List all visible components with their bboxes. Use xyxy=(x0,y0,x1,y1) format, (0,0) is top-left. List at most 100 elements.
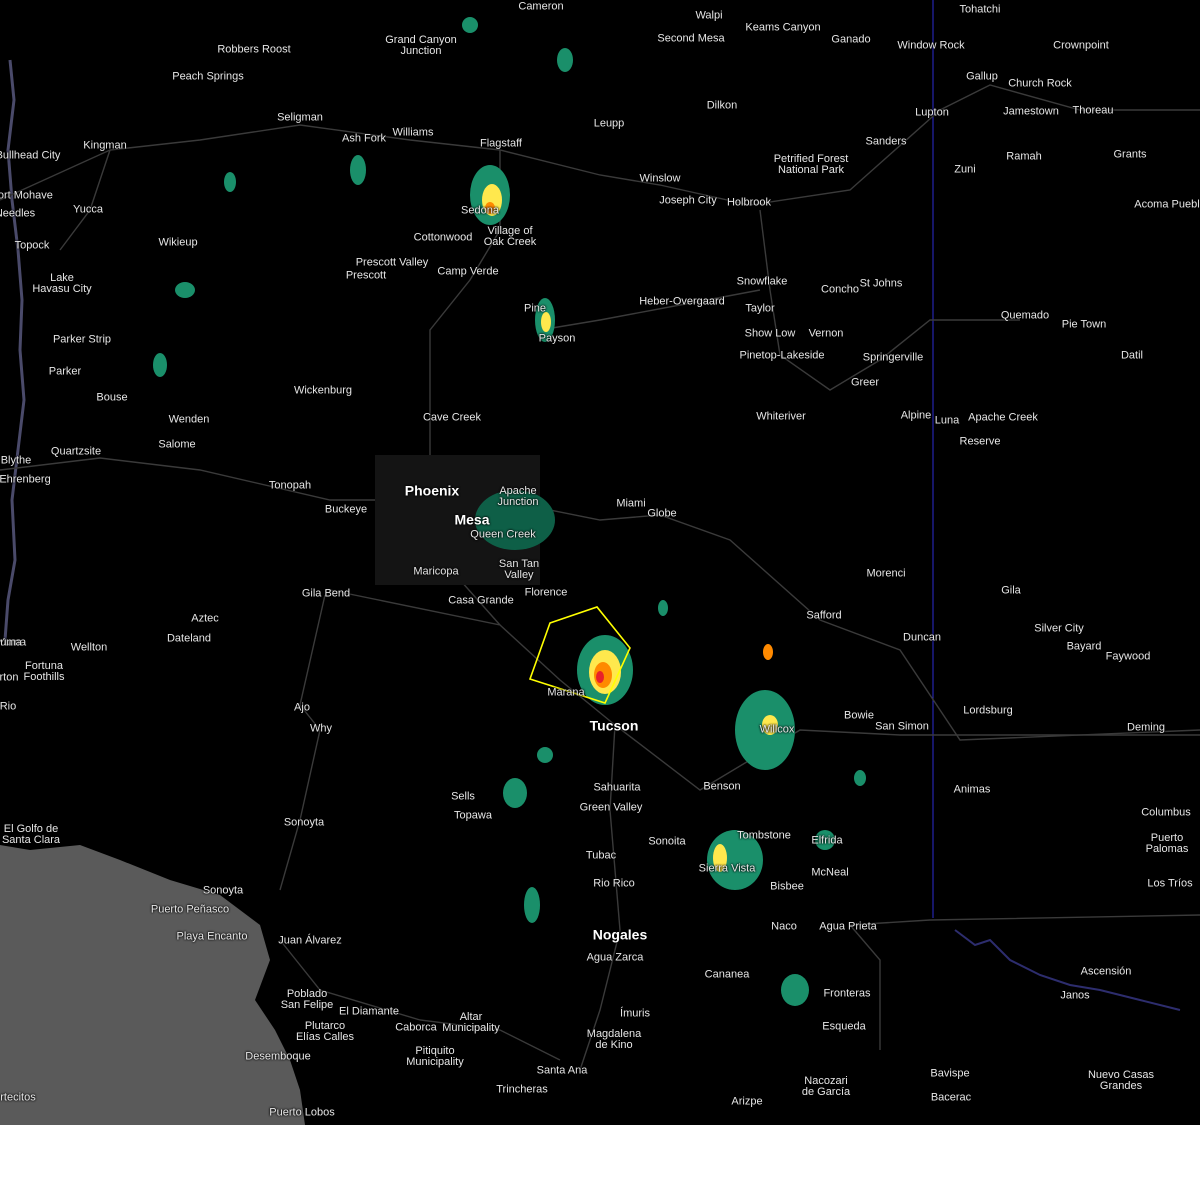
place-label: Maricopa xyxy=(413,565,459,578)
place-label: Puerto Peñasco xyxy=(150,903,230,916)
place-label: Ehrenberg xyxy=(0,473,51,486)
place-label: Yucca xyxy=(73,203,103,216)
place-label: Poblado San Felipe xyxy=(280,988,334,1011)
place-label: Silver City xyxy=(1034,622,1084,635)
place-label: Sedona xyxy=(461,204,499,217)
place-label: Puerto Lobos xyxy=(269,1106,335,1119)
place-label: San Simon xyxy=(875,720,929,733)
place-label: Rio Rico xyxy=(593,877,635,890)
radar-map[interactable]: Cameron Walpi Keams Canyon Tohatchi Robb… xyxy=(0,0,1200,1125)
place-label: Phoenix xyxy=(404,482,460,499)
place-label: Sonoita xyxy=(648,835,686,848)
place-label: Ganado xyxy=(831,33,871,46)
place-label: Marana xyxy=(547,686,585,699)
place-label: Cottonwood xyxy=(413,231,473,244)
place-label: Playa Encanto xyxy=(176,930,248,943)
gulf-of-california xyxy=(0,845,305,1125)
place-label: Quartzsite xyxy=(50,445,102,458)
place-label: Gila xyxy=(1001,584,1021,597)
place-label: Taylor xyxy=(745,302,775,315)
place-label: Holbrook xyxy=(726,196,772,209)
place-label: Seligman xyxy=(277,111,323,124)
place-label: Whiteriver xyxy=(756,410,806,423)
place-label: Nuevo Casas Grandes xyxy=(1087,1069,1155,1092)
place-label: Sierra Vista xyxy=(698,862,756,875)
place-label: Blythe xyxy=(0,454,32,467)
place-label: Arizpe xyxy=(731,1095,763,1108)
place-label: Concho xyxy=(821,283,859,296)
place-label: Nacozari de García xyxy=(801,1075,851,1098)
place-label: Juan Álvarez xyxy=(278,934,342,947)
place-label: Gallup xyxy=(966,70,998,83)
colorado-river xyxy=(3,59,26,641)
place-label: Springerville xyxy=(862,351,924,364)
place-label: Acoma Pueblo xyxy=(1134,198,1200,211)
place-label: Nogales xyxy=(592,926,648,943)
place-label: Agua Zarca xyxy=(586,951,644,964)
place-label: Los Tríos xyxy=(1147,877,1193,890)
place-label: Reserve xyxy=(959,435,1001,448)
place-label: Bouse xyxy=(96,391,128,404)
place-label: Prescott Valley xyxy=(355,256,429,269)
place-label: Topawa xyxy=(454,809,492,822)
place-label: Aztec xyxy=(191,612,219,625)
place-label: Willcox xyxy=(759,723,795,736)
place-label: Tonopah xyxy=(268,479,312,492)
place-label: Faywood xyxy=(1105,650,1151,663)
place-label: Heber-Overgaard xyxy=(639,295,725,308)
place-label: Sanders xyxy=(865,135,907,148)
place-label: Magdalena de Kino xyxy=(586,1028,642,1051)
place-label: Fronteras xyxy=(823,987,871,1000)
place-label: Sells xyxy=(451,790,475,803)
place-label: Fortuna Foothills xyxy=(23,660,65,683)
place-label: Apache Creek xyxy=(968,411,1038,424)
place-label: Ajo xyxy=(294,701,310,714)
place-label: Bisbee xyxy=(770,880,804,893)
place-label: Sonoyta xyxy=(202,884,244,897)
place-label: Quemado xyxy=(1000,309,1050,322)
place-label: Ramah xyxy=(1006,150,1042,163)
place-label: Miami xyxy=(616,497,646,510)
place-label: Petrified Forest National Park xyxy=(773,153,849,176)
place-label: Walpi xyxy=(695,9,723,22)
place-label: Topock xyxy=(14,239,50,252)
radar-echoes xyxy=(153,17,866,1006)
place-label: Desemboque xyxy=(245,1050,311,1063)
place-label: Buckeye xyxy=(324,503,368,516)
place-label: Grants xyxy=(1113,148,1147,161)
place-label: uma xyxy=(0,636,22,649)
place-label: Thoreau xyxy=(1072,104,1114,117)
place-label: Second Mesa xyxy=(657,32,725,45)
place-label: Rio xyxy=(0,700,17,713)
place-label: Zuni xyxy=(954,163,976,176)
place-label: Payson xyxy=(538,332,576,345)
place-label: Lupton xyxy=(915,106,949,119)
place-label: Casa Grande xyxy=(448,594,514,607)
place-label: Elfrida xyxy=(811,834,843,847)
place-label: Wenden xyxy=(168,413,210,426)
place-label: Sonoyta xyxy=(283,816,325,829)
place-label: Snowflake xyxy=(736,275,788,288)
place-label: Salome xyxy=(158,438,196,451)
place-label: Village of Oak Creek xyxy=(483,225,537,248)
place-label: Morenci xyxy=(866,567,906,580)
place-label: Parker Strip xyxy=(52,333,112,346)
place-label: Bowie xyxy=(844,709,874,722)
place-label: Keams Canyon xyxy=(745,21,821,34)
place-label: Queen Creek xyxy=(470,528,536,541)
place-label: Joseph City xyxy=(659,194,717,207)
place-label: Safford xyxy=(806,609,842,622)
place-label: Bullhead City xyxy=(0,149,61,162)
place-label: El Diamante xyxy=(339,1005,399,1018)
place-label: Pine xyxy=(523,302,547,315)
place-label: Tombstone xyxy=(737,829,791,842)
place-label: Animas xyxy=(953,783,991,796)
place-label: rton xyxy=(0,671,19,684)
place-label: Ascensión xyxy=(1080,965,1132,978)
place-label: Cameron xyxy=(518,0,564,13)
place-label: Peach Springs xyxy=(172,70,244,83)
place-label: Kingman xyxy=(83,139,127,152)
place-label: Janos xyxy=(1060,989,1090,1002)
place-label: St Johns xyxy=(859,277,903,290)
place-label: Caborca xyxy=(395,1021,437,1034)
